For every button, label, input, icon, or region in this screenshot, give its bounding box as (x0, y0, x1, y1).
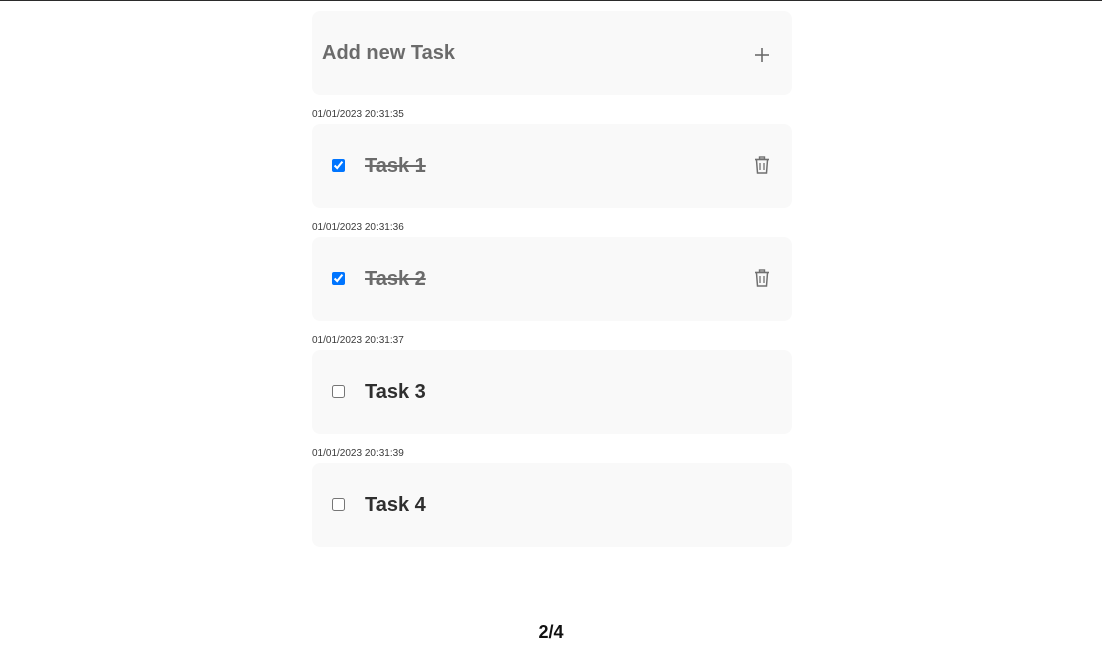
task-name: Task 3 (365, 381, 426, 403)
trash-icon (755, 269, 769, 287)
task-name: Task 1 (365, 155, 426, 177)
task-timestamp: 01/01/2023 20:31:39 (312, 448, 404, 459)
plus-icon (755, 48, 769, 62)
task-checkbox[interactable] (332, 272, 345, 285)
delete-task-button[interactable] (753, 155, 771, 175)
add-task-button[interactable] (750, 43, 774, 67)
trash-icon (755, 156, 769, 174)
add-task-input[interactable] (322, 33, 722, 73)
page-counter: 2/4 (538, 622, 564, 642)
todo-container: 01/01/2023 20:31:35 Task 1 01/01/2023 20… (312, 11, 792, 547)
task-name: Task 4 (365, 494, 426, 516)
add-task-card (312, 11, 792, 95)
task-timestamp: 01/01/2023 20:31:37 (312, 335, 404, 346)
task-item: 01/01/2023 20:31:36 Task 2 (312, 222, 792, 321)
task-checkbox[interactable] (332, 159, 345, 172)
task-timestamp: 01/01/2023 20:31:35 (312, 109, 404, 120)
task-card: Task 4 (312, 463, 792, 547)
task-item: 01/01/2023 20:31:37 Task 3 (312, 335, 792, 434)
task-card: Task 3 (312, 350, 792, 434)
task-card: Task 1 (312, 124, 792, 208)
task-timestamp: 01/01/2023 20:31:36 (312, 222, 404, 233)
task-card: Task 2 (312, 237, 792, 321)
task-checkbox[interactable] (332, 498, 345, 511)
delete-task-button[interactable] (753, 268, 771, 288)
task-item: 01/01/2023 20:31:35 Task 1 (312, 109, 792, 208)
top-border (0, 0, 1102, 1)
task-name: Task 2 (365, 268, 426, 290)
task-item: 01/01/2023 20:31:39 Task 4 (312, 448, 792, 547)
task-checkbox[interactable] (332, 385, 345, 398)
